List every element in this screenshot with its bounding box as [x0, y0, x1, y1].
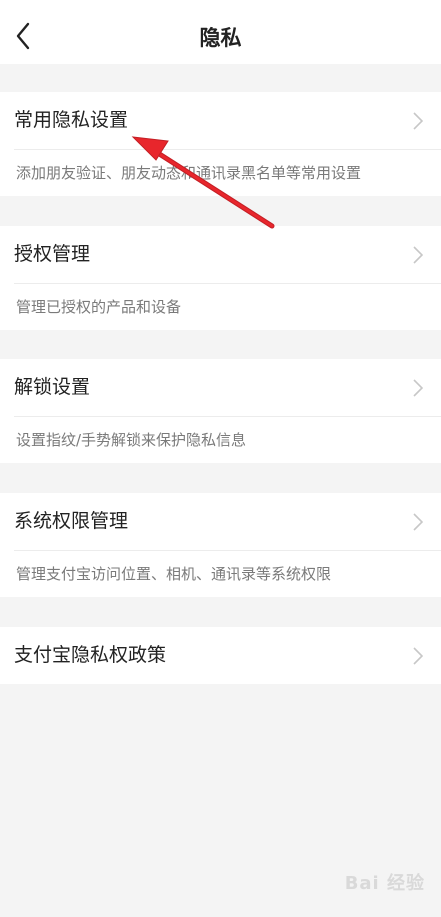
item-label: 常用隐私设置 — [14, 109, 129, 131]
item-label: 支付宝隐私权政策 — [14, 644, 167, 666]
authorization-management-item[interactable]: 授权管理 — [0, 226, 441, 283]
system-permission-group: 系统权限管理 管理支付宝访问位置、相机、通讯录等系统权限 — [0, 493, 441, 597]
common-privacy-settings-item[interactable]: 常用隐私设置 — [0, 92, 441, 149]
unlock-settings-item[interactable]: 解锁设置 — [0, 359, 441, 416]
privacy-policy-group: 支付宝隐私权政策 — [0, 627, 441, 684]
authorization-management-group: 授权管理 管理已授权的产品和设备 — [0, 226, 441, 330]
item-description: 设置指纹/手势解锁来保护隐私信息 — [16, 431, 247, 449]
top-navigation-bar: 隐私 — [0, 0, 441, 64]
item-description: 添加朋友验证、朋友动态和通讯录黑名单等常用设置 — [16, 164, 362, 182]
privacy-policy-item[interactable]: 支付宝隐私权政策 — [0, 627, 441, 684]
item-description: 管理已授权的产品和设备 — [16, 298, 182, 316]
system-permission-management-item[interactable]: 系统权限管理 — [0, 493, 441, 550]
chevron-right-icon — [413, 112, 423, 130]
item-description: 管理支付宝访问位置、相机、通讯录等系统权限 — [16, 565, 332, 583]
chevron-right-icon — [413, 379, 423, 397]
chevron-right-icon — [413, 246, 423, 264]
watermark: Bai 经验 — [344, 873, 425, 894]
chevron-right-icon — [413, 513, 423, 531]
page-title: 隐私 — [199, 26, 242, 50]
unlock-settings-group: 解锁设置 设置指纹/手势解锁来保护隐私信息 — [0, 359, 441, 463]
item-label: 解锁设置 — [14, 376, 91, 398]
chevron-right-icon — [413, 647, 423, 665]
privacy-settings-group: 常用隐私设置 添加朋友验证、朋友动态和通讯录黑名单等常用设置 — [0, 92, 441, 196]
item-label: 系统权限管理 — [14, 510, 129, 532]
item-label: 授权管理 — [14, 243, 91, 265]
